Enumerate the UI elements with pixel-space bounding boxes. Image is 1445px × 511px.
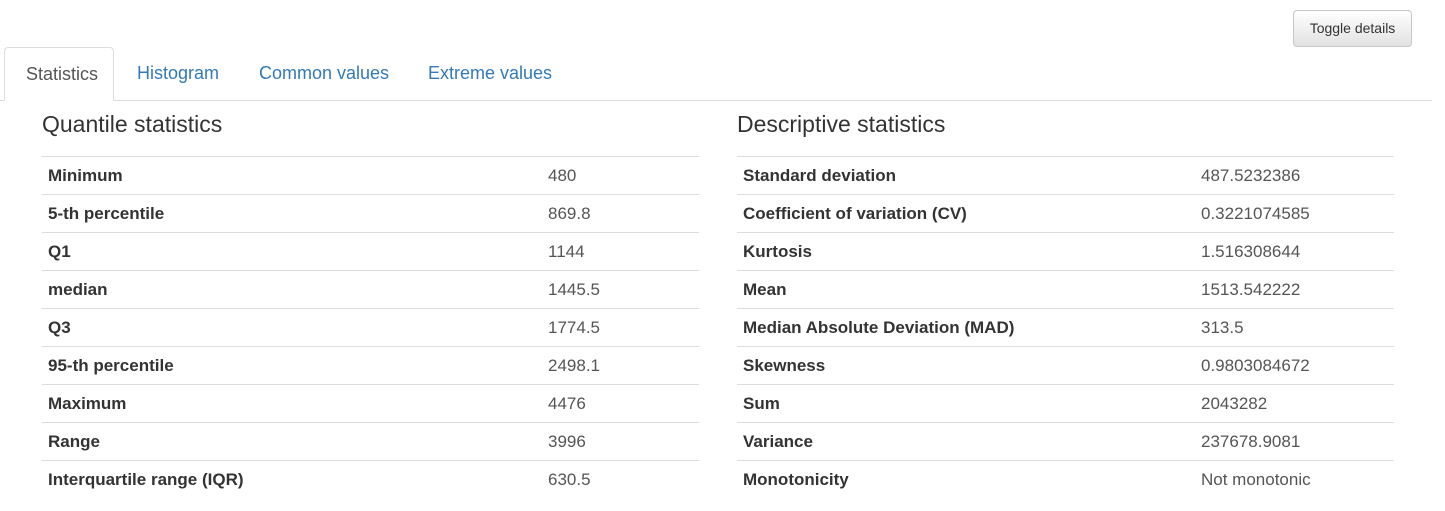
table-row: 5-th percentile 869.8 — [42, 194, 699, 233]
row-label: Maximum — [42, 384, 542, 423]
table-row: Median Absolute Deviation (MAD) 313.5 — [737, 308, 1394, 347]
tab-bar: Statistics Histogram Common values Extre… — [0, 47, 1432, 101]
row-value: 3996 — [542, 422, 699, 461]
table-row: Monotonicity Not monotonic — [737, 460, 1394, 498]
row-value: 0.3221074585 — [1195, 194, 1394, 233]
table-row: Interquartile range (IQR) 630.5 — [42, 460, 699, 498]
row-value: 487.5232386 — [1195, 156, 1394, 195]
descriptive-statistics-table: Standard deviation 487.5232386 Coefficien… — [737, 156, 1394, 498]
row-label: Q1 — [42, 232, 542, 271]
row-value: 2498.1 — [542, 346, 699, 385]
row-label: Variance — [737, 422, 1195, 461]
tab-statistics[interactable]: Statistics — [4, 47, 114, 101]
row-value: Not monotonic — [1195, 460, 1394, 498]
table-row: Variance 237678.9081 — [737, 422, 1394, 461]
statistics-panel: Toggle details Statistics Histogram Comm… — [0, 0, 1445, 511]
row-value: 1144 — [542, 232, 699, 271]
table-row: Kurtosis 1.516308644 — [737, 232, 1394, 271]
table-row: median 1445.5 — [42, 270, 699, 309]
row-label: Monotonicity — [737, 460, 1195, 498]
row-label: Interquartile range (IQR) — [42, 460, 542, 498]
row-label: Standard deviation — [737, 156, 1195, 195]
table-row: Sum 2043282 — [737, 384, 1394, 423]
table-row: Coefficient of variation (CV) 0.322107458… — [737, 194, 1394, 233]
table-row: Q3 1774.5 — [42, 308, 699, 347]
row-label: Q3 — [42, 308, 542, 347]
row-label: Skewness — [737, 346, 1195, 385]
descriptive-statistics-title: Descriptive statistics — [737, 111, 946, 137]
row-label: Median Absolute Deviation (MAD) — [737, 308, 1195, 347]
row-label: 95-th percentile — [42, 346, 542, 385]
row-value: 480 — [542, 156, 699, 195]
row-label: Kurtosis — [737, 232, 1195, 271]
row-value: 1.516308644 — [1195, 232, 1394, 271]
table-row: Q1 1144 — [42, 232, 699, 271]
quantile-statistics-title: Quantile statistics — [42, 111, 223, 137]
table-row: Minimum 480 — [42, 156, 699, 195]
row-label: Mean — [737, 270, 1195, 309]
row-value: 2043282 — [1195, 384, 1394, 423]
row-value: 313.5 — [1195, 308, 1394, 347]
row-value: 237678.9081 — [1195, 422, 1394, 461]
tab-histogram[interactable]: Histogram — [116, 47, 240, 99]
toggle-details-button[interactable]: Toggle details — [1293, 10, 1412, 47]
row-value: 1513.542222 — [1195, 270, 1394, 309]
row-value: 4476 — [542, 384, 699, 423]
row-label: Minimum — [42, 156, 542, 195]
row-label: Sum — [737, 384, 1195, 423]
row-value: 869.8 — [542, 194, 699, 233]
table-row: Mean 1513.542222 — [737, 270, 1394, 309]
table-row: Range 3996 — [42, 422, 699, 461]
row-label: Range — [42, 422, 542, 461]
table-row: 95-th percentile 2498.1 — [42, 346, 699, 385]
row-value: 630.5 — [542, 460, 699, 498]
table-row: Standard deviation 487.5232386 — [737, 156, 1394, 195]
table-row: Maximum 4476 — [42, 384, 699, 423]
tab-extreme-values[interactable]: Extreme values — [407, 47, 573, 99]
row-label: 5-th percentile — [42, 194, 542, 233]
row-value: 1445.5 — [542, 270, 699, 309]
table-row: Skewness 0.9803084672 — [737, 346, 1394, 385]
tab-common-values[interactable]: Common values — [238, 47, 410, 99]
row-value: 1774.5 — [542, 308, 699, 347]
row-label: Coefficient of variation (CV) — [737, 194, 1195, 233]
row-label: median — [42, 270, 542, 309]
quantile-statistics-table: Minimum 480 5-th percentile 869.8 Q1 1144 m… — [42, 156, 699, 498]
row-value: 0.9803084672 — [1195, 346, 1394, 385]
